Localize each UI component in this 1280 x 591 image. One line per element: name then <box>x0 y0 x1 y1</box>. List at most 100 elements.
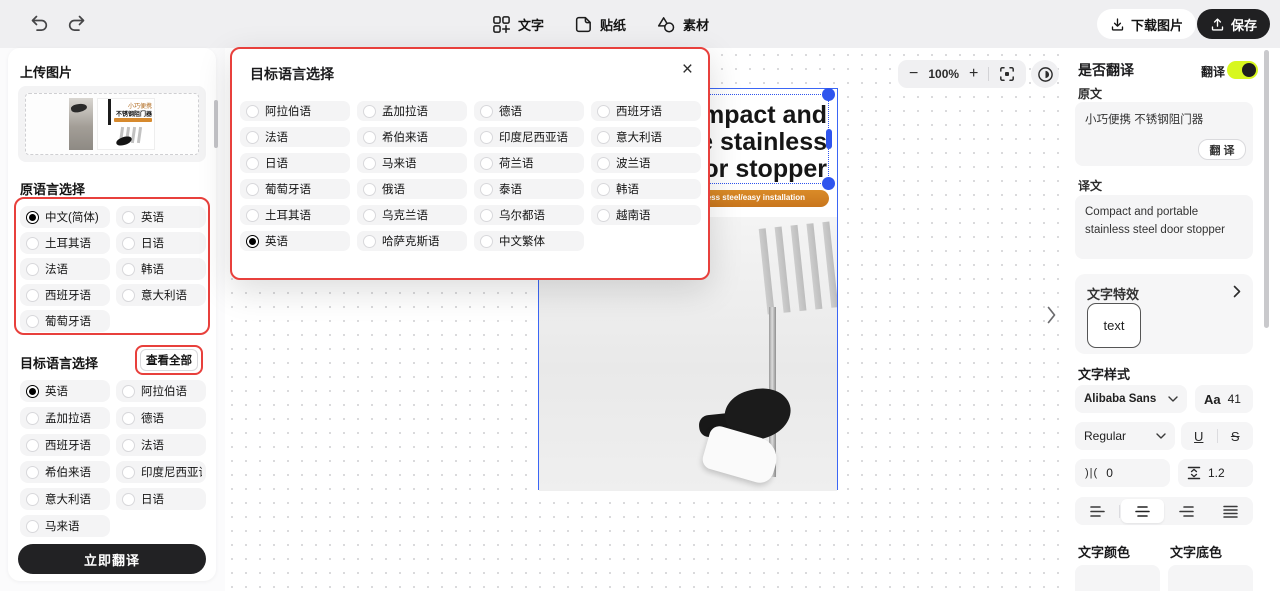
selection-handle-top-right[interactable] <box>822 88 835 101</box>
modal-language-option[interactable]: 荷兰语 <box>474 153 584 173</box>
zoom-out-button[interactable]: − <box>909 66 918 82</box>
radio-icon <box>597 105 610 118</box>
modal-language-option[interactable]: 波兰语 <box>591 153 701 173</box>
letter-spacing-control[interactable]: )|( 0 <box>1075 459 1170 487</box>
target-language-option[interactable]: 希伯来语 <box>20 461 110 483</box>
target-language-option[interactable]: 马来语 <box>20 515 110 537</box>
target-language-option[interactable]: 日语 <box>116 488 206 510</box>
modal-language-option[interactable]: 葡萄牙语 <box>240 179 350 199</box>
source-text-field[interactable]: 小巧便携 不锈钢阻门器 翻译 <box>1075 102 1253 166</box>
text-style-title: 文字样式 <box>1078 364 1130 383</box>
align-justify-button[interactable] <box>1210 499 1252 523</box>
target-text-field[interactable]: Compact and portable stainless steel doo… <box>1075 195 1253 259</box>
translate-button[interactable]: 翻译 <box>1198 139 1246 160</box>
modal-language-option[interactable]: 希伯来语 <box>357 127 467 147</box>
tool-text-button[interactable]: 文字 <box>492 15 544 34</box>
target-language-option[interactable]: 孟加拉语 <box>20 407 110 429</box>
target-language-option[interactable]: 西班牙语 <box>20 434 110 456</box>
target-language-option[interactable]: 英语 <box>20 380 110 402</box>
modal-language-option[interactable]: 马来语 <box>357 153 467 173</box>
modal-language-option[interactable]: 德语 <box>474 101 584 121</box>
modal-language-option[interactable]: 阿拉伯语 <box>240 101 350 121</box>
source-language-option[interactable]: 韩语 <box>116 258 206 280</box>
download-image-button[interactable]: 下载图片 <box>1097 9 1196 39</box>
radio-icon <box>363 235 376 248</box>
view-all-languages-button[interactable]: 查看全部 <box>140 349 198 371</box>
align-justify-icon <box>1223 505 1238 518</box>
source-language-option[interactable]: 法语 <box>20 258 110 280</box>
close-icon[interactable]: × <box>682 59 693 81</box>
text-effect-preview[interactable]: text <box>1087 303 1141 348</box>
modal-language-option[interactable]: 西班牙语 <box>591 101 701 121</box>
align-center-button[interactable] <box>1121 499 1163 523</box>
text-color-swatch[interactable] <box>1075 565 1160 591</box>
modal-language-option[interactable]: 泰语 <box>474 179 584 199</box>
modal-language-option[interactable]: 印度尼西亚语 <box>474 127 584 147</box>
font-size-control[interactable]: Aa 41 <box>1195 385 1253 413</box>
source-language-option[interactable]: 西班牙语 <box>20 284 110 306</box>
undo-button[interactable] <box>28 13 52 37</box>
text-bg-color-swatch[interactable] <box>1168 565 1253 591</box>
divider <box>988 67 989 81</box>
line-height-control[interactable]: 1.2 <box>1178 459 1253 487</box>
font-weight-select[interactable]: Regular <box>1075 422 1175 450</box>
source-language-option[interactable]: 英语 <box>116 206 206 228</box>
font-size-icon: Aa <box>1204 392 1221 407</box>
redo-button[interactable] <box>66 13 90 37</box>
target-language-option[interactable]: 德语 <box>116 407 206 429</box>
modal-language-option[interactable]: 俄语 <box>357 179 467 199</box>
fit-screen-icon[interactable] <box>999 66 1015 82</box>
language-option-label: 乌尔都语 <box>499 207 545 223</box>
right-panel-scrollbar[interactable] <box>1264 50 1269 328</box>
strikethrough-button[interactable]: S <box>1217 429 1253 444</box>
source-language-option[interactable]: 土耳其语 <box>20 232 110 254</box>
target-language-option[interactable]: 印度尼西亚语 <box>116 461 206 483</box>
modal-language-option[interactable]: 韩语 <box>591 179 701 199</box>
align-left-button[interactable] <box>1076 499 1118 523</box>
language-option-label: 印度尼西亚语 <box>141 464 202 480</box>
selection-handle-right[interactable] <box>826 129 832 149</box>
toggle-label: 翻译 <box>1201 63 1225 80</box>
source-language-option[interactable]: 日语 <box>116 232 206 254</box>
modal-language-option[interactable]: 中文繁体 <box>474 231 584 251</box>
modal-language-option[interactable]: 越南语 <box>591 205 701 225</box>
target-language-option[interactable]: 法语 <box>116 434 206 456</box>
translate-toggle[interactable] <box>1227 61 1258 79</box>
underline-button[interactable]: U <box>1181 429 1217 444</box>
save-button[interactable]: 保存 <box>1197 9 1270 39</box>
radio-icon <box>26 385 39 398</box>
chevron-right-icon[interactable] <box>1233 285 1241 298</box>
modal-language-option[interactable]: 乌尔都语 <box>474 205 584 225</box>
panel-collapse-chevron[interactable] <box>1047 306 1056 324</box>
upload-image-dropzone[interactable]: 小巧便携 不锈钢阻门器 <box>18 86 206 162</box>
tool-material-button[interactable]: 素材 <box>656 15 709 34</box>
language-option-label: 中文繁体 <box>499 233 545 249</box>
source-language-option[interactable]: 中文(简体) <box>20 206 110 228</box>
modal-language-option[interactable]: 哈萨克斯语 <box>357 231 467 251</box>
modal-language-option[interactable]: 日语 <box>240 153 350 173</box>
modal-language-option[interactable]: 意大利语 <box>591 127 701 147</box>
modal-language-option[interactable]: 土耳其语 <box>240 205 350 225</box>
language-option-label: 孟加拉语 <box>382 103 428 119</box>
target-language-option[interactable]: 阿拉伯语 <box>116 380 206 402</box>
source-language-option[interactable]: 葡萄牙语 <box>20 310 110 332</box>
align-right-button[interactable] <box>1166 499 1208 523</box>
selection-handle-bottom-right[interactable] <box>822 177 835 190</box>
modal-language-option[interactable]: 法语 <box>240 127 350 147</box>
font-family-select[interactable]: Alibaba Sans <box>1075 385 1187 413</box>
zoom-in-button[interactable]: + <box>969 66 978 82</box>
tool-material-label: 素材 <box>683 15 709 34</box>
source-language-option[interactable]: 意大利语 <box>116 284 206 306</box>
modal-language-option[interactable]: 孟加拉语 <box>357 101 467 121</box>
chevron-down-icon <box>1168 396 1178 402</box>
tool-sticker-button[interactable]: 贴纸 <box>574 15 626 34</box>
left-panel-scrollbar[interactable] <box>214 100 218 148</box>
radio-icon <box>363 131 376 144</box>
compare-button[interactable] <box>1031 60 1059 88</box>
language-option-label: 日语 <box>141 235 164 251</box>
translate-now-button[interactable]: 立即翻译 <box>18 544 206 574</box>
target-language-option[interactable]: 意大利语 <box>20 488 110 510</box>
language-option-label: 荷兰语 <box>499 155 534 171</box>
modal-language-option[interactable]: 乌克兰语 <box>357 205 467 225</box>
modal-language-option[interactable]: 英语 <box>240 231 350 251</box>
